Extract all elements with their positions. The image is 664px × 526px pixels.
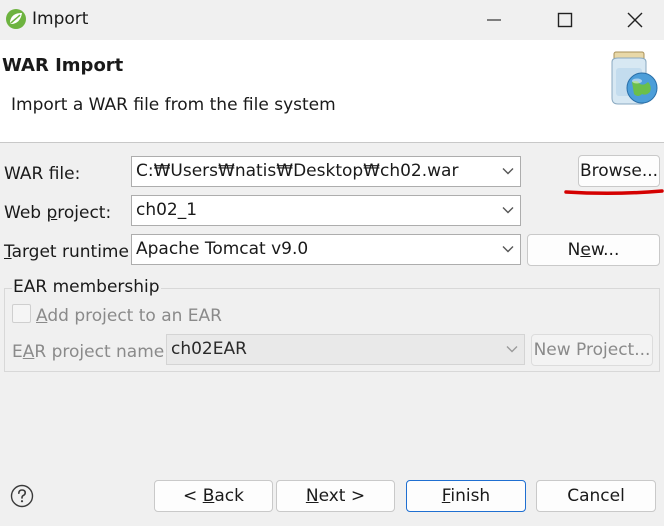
cancel-button[interactable]: Cancel xyxy=(536,480,656,512)
target-runtime-combo[interactable]: Apache Tomcat v9.0 xyxy=(131,234,521,265)
add-to-ear-label: Add project to an EAR xyxy=(36,306,222,326)
maximize-icon xyxy=(557,12,573,28)
target-runtime-label: Target runtime: xyxy=(4,242,135,262)
web-project-label: Web project: xyxy=(4,203,112,223)
close-icon xyxy=(627,12,643,28)
minimize-icon xyxy=(487,19,501,21)
page-title: WAR Import xyxy=(2,55,124,76)
chevron-down-icon xyxy=(506,346,518,353)
page-description: Import a WAR file from the file system xyxy=(11,95,336,115)
help-icon[interactable] xyxy=(10,484,34,508)
spring-icon xyxy=(4,7,28,31)
new-ear-project-button[interactable]: New Project... xyxy=(531,334,653,366)
back-button[interactable]: < Back xyxy=(154,480,273,512)
war-file-label: WAR file: xyxy=(4,164,81,184)
jar-globe-icon xyxy=(604,46,664,108)
war-file-combo[interactable]: C:₩Users₩natis₩Desktop₩ch02.war xyxy=(131,156,521,187)
web-project-combo[interactable]: ch02_1 xyxy=(131,195,521,226)
target-runtime-value: Apache Tomcat v9.0 xyxy=(136,239,309,259)
web-project-value: ch02_1 xyxy=(136,200,198,220)
annotation-underline xyxy=(564,189,664,196)
chevron-down-icon[interactable] xyxy=(502,206,514,215)
add-to-ear-checkbox[interactable] xyxy=(12,304,31,323)
minimize-button[interactable] xyxy=(471,0,517,40)
ear-project-name-combo[interactable]: ch02EAR xyxy=(166,334,525,365)
finish-button[interactable]: Finish xyxy=(406,480,526,512)
new-runtime-button[interactable]: New... xyxy=(527,234,660,266)
chevron-down-icon[interactable] xyxy=(502,245,514,254)
next-button[interactable]: Next > xyxy=(276,480,395,512)
window-title: Import xyxy=(32,9,89,29)
chevron-down-icon[interactable] xyxy=(502,167,514,176)
ear-membership-label: EAR membership xyxy=(12,276,161,298)
title-bar: Import xyxy=(0,0,664,40)
war-file-value: C:₩Users₩natis₩Desktop₩ch02.war xyxy=(136,161,459,181)
ear-project-name-value: ch02EAR xyxy=(171,339,247,359)
ear-project-name-label: EAR project name: xyxy=(12,342,170,362)
close-button[interactable] xyxy=(612,0,658,40)
browse-button[interactable]: Browse... xyxy=(578,155,660,187)
maximize-button[interactable] xyxy=(542,0,588,40)
wizard-header: WAR Import Import a WAR file from the fi… xyxy=(0,40,664,143)
